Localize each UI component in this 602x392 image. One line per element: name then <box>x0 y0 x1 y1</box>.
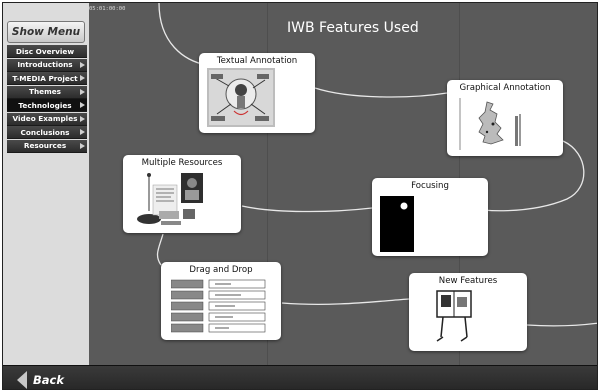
node-new-features[interactable]: New Features <box>409 273 527 351</box>
node-textual-annotation[interactable]: Textual Annotation <box>199 53 315 133</box>
nav-item-label: T-MEDIA Project <box>12 73 78 83</box>
node-title: Multiple Resources <box>141 158 223 168</box>
nav-item-introductions[interactable]: Introductions <box>7 58 87 72</box>
chevron-right-icon <box>80 129 85 135</box>
new-features-thumbnail <box>436 290 472 342</box>
nav-item-conclusions[interactable]: Conclusions <box>7 126 87 139</box>
chevron-right-icon <box>80 88 85 95</box>
nav-item-t-media-project[interactable]: T-MEDIA Project <box>7 72 87 85</box>
graphical-annotation-thumbnail <box>459 98 521 150</box>
drag-and-drop-thumbnail <box>171 279 266 333</box>
focusing-thumbnail <box>380 196 414 252</box>
nav-item-label: Resources <box>23 141 67 150</box>
nav-item-label: Disc Overview <box>15 46 75 56</box>
nav-item-technologies[interactable]: Technologies <box>7 99 87 112</box>
chevron-right-icon <box>80 75 85 81</box>
node-title: Graphical Annotation <box>459 83 551 93</box>
chevron-right-icon <box>80 142 85 149</box>
show-menu-button[interactable]: Show Menu <box>7 21 85 43</box>
nav-item-label: Conclusions <box>20 127 70 137</box>
nav-item-disc-overview[interactable]: Disc Overview <box>7 45 87 58</box>
node-graphical-annotation[interactable]: Graphical Annotation <box>447 80 563 156</box>
chevron-right-icon <box>80 61 85 68</box>
bottom-bar: Back <box>3 365 597 389</box>
nav-item-resources[interactable]: Resources <box>7 139 87 153</box>
nav-item-themes[interactable]: Themes <box>7 85 87 99</box>
chevron-right-icon <box>80 102 85 108</box>
multiple-resources-thumbnail <box>137 173 203 225</box>
node-title: Textual Annotation <box>216 56 298 66</box>
app-window: Show Menu Disc Overview Introductions T-… <box>2 2 598 390</box>
node-title: New Features <box>438 276 498 286</box>
nav-item-video-examples[interactable]: Video Examples <box>7 112 87 126</box>
node-multiple-resources[interactable]: Multiple Resources <box>123 155 241 233</box>
feature-map-canvas: 05:01:00:00 IWB Features Used Textual An… <box>89 3 597 365</box>
node-title: Drag and Drop <box>189 265 253 275</box>
node-focusing[interactable]: Focusing <box>372 178 488 256</box>
textual-annotation-thumbnail <box>207 68 275 127</box>
timecode-readout: 05:01:00:00 <box>89 6 126 12</box>
nav-menu: Disc Overview Introductions T-MEDIA Proj… <box>7 45 87 153</box>
page-title: IWB Features Used <box>287 20 419 36</box>
sidebar: Show Menu Disc Overview Introductions T-… <box>3 3 89 365</box>
back-label: Back <box>33 372 64 387</box>
nav-item-label: Introductions <box>17 60 73 69</box>
arrow-left-icon <box>17 370 27 389</box>
node-title: Focusing <box>411 181 449 191</box>
nav-item-label: Technologies <box>18 100 72 110</box>
node-drag-and-drop[interactable]: Drag and Drop <box>161 262 281 340</box>
nav-item-label: Video Examples <box>12 114 78 123</box>
chevron-right-icon <box>80 115 85 122</box>
back-button[interactable]: Back <box>17 370 64 389</box>
nav-item-label: Themes <box>28 87 62 96</box>
